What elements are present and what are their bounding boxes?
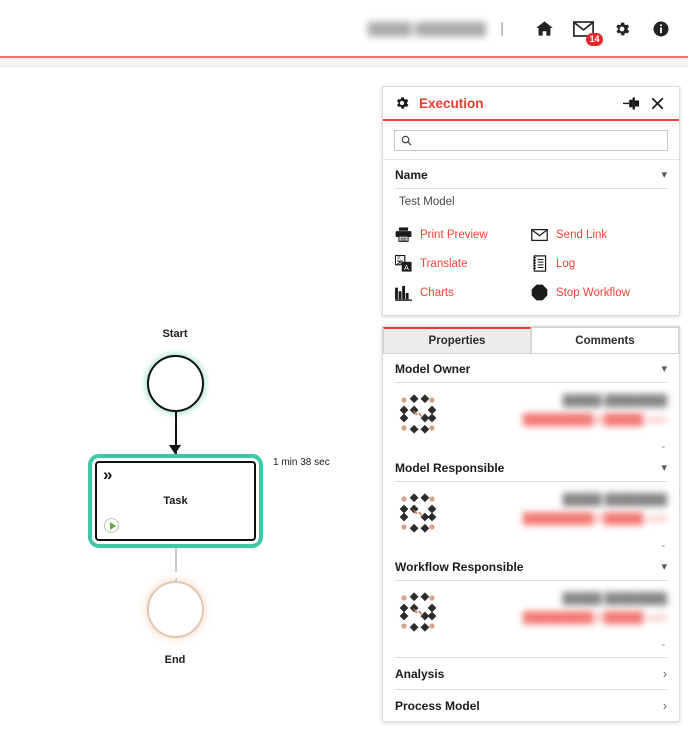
flow-arrowhead-end xyxy=(169,572,181,580)
topbar-subband xyxy=(0,58,688,67)
section-header-analysis[interactable]: Analysis › xyxy=(383,658,679,689)
svg-text:A: A xyxy=(404,263,409,272)
task-duration-label: 1 min 38 sec xyxy=(273,457,330,468)
person-email[interactable]: █████████@█████.com xyxy=(451,513,667,526)
section-title-model-responsible: Model Responsible xyxy=(395,461,505,475)
person-workflow-responsible: █████ ████████ █████████@█████.com xyxy=(383,581,679,635)
chevron-down-icon[interactable]: ▾ xyxy=(661,169,667,181)
current-user-name[interactable]: █████ ████████ xyxy=(368,22,486,36)
bar-chart-icon xyxy=(395,284,412,301)
execution-panel-header: Execution xyxy=(383,87,679,121)
search-input[interactable] xyxy=(417,133,661,148)
tab-properties[interactable]: Properties xyxy=(383,327,531,354)
person-trailing-dash: - xyxy=(661,441,665,453)
home-icon[interactable] xyxy=(531,16,557,42)
flow-arrowhead-task xyxy=(168,445,181,454)
person-trailing-dash: - xyxy=(661,540,665,552)
top-navigation-bar: █████ ████████ | 14 xyxy=(0,0,688,57)
section-title-model-owner: Model Owner xyxy=(395,362,471,376)
task-node[interactable]: » Task xyxy=(88,454,263,548)
start-event-node[interactable] xyxy=(147,355,204,412)
execution-panel: Execution Name ▾ Test Model Print Previe… xyxy=(382,86,680,316)
chevron-down-icon[interactable]: ▾ xyxy=(661,363,667,375)
translate-icon: 文 A xyxy=(395,255,412,272)
person-meta: █████ ████████ █████████@█████.com xyxy=(451,393,667,427)
print-preview-label: Print Preview xyxy=(420,228,488,241)
translate-action[interactable]: 文 A Translate xyxy=(395,255,531,272)
person-trailing-dash: - xyxy=(661,639,665,651)
gear-icon[interactable] xyxy=(609,16,635,42)
charts-label: Charts xyxy=(420,286,454,299)
execution-panel-title: Execution xyxy=(419,95,484,111)
list-document-icon xyxy=(531,255,548,272)
person-meta: █████ ████████ █████████@█████.com xyxy=(451,591,667,625)
stop-octagon-icon xyxy=(531,284,548,301)
properties-panel: Properties Comments Model Owner ▾ █████ … xyxy=(382,326,680,722)
chevron-down-icon[interactable]: ▾ xyxy=(661,462,667,474)
application-window: █████ ████████ | 14 Start » Task 1 min 3… xyxy=(0,0,688,730)
section-title-process-model: Process Model xyxy=(395,699,480,713)
identicon-avatar xyxy=(397,492,439,534)
person-meta: █████ ████████ █████████@█████.com xyxy=(451,492,667,526)
model-name-value: Test Model xyxy=(399,196,455,208)
person-model-owner: █████ ████████ █████████@█████.com xyxy=(383,383,679,437)
identicon-avatar xyxy=(397,393,439,435)
send-link-action[interactable]: Send Link xyxy=(531,226,667,243)
execution-actions-grid: Print Preview Send Link 文 A Translate Lo… xyxy=(383,220,679,315)
task-node-label: Task xyxy=(163,495,188,507)
mail-icon[interactable]: 14 xyxy=(570,16,603,46)
mail-unread-badge: 14 xyxy=(586,32,603,46)
close-icon[interactable] xyxy=(646,92,668,114)
bpmn-canvas[interactable]: Start » Task 1 min 38 sec End xyxy=(0,67,380,730)
print-preview-action[interactable]: Print Preview xyxy=(395,226,531,243)
person-model-responsible: █████ ████████ █████████@█████.com xyxy=(383,482,679,536)
log-label: Log xyxy=(556,257,576,270)
name-section-title: Name xyxy=(395,168,428,182)
start-node-label: Start xyxy=(162,328,188,340)
svg-text:文: 文 xyxy=(397,255,401,260)
execution-search-wrapper xyxy=(383,121,679,159)
tab-comments[interactable]: Comments xyxy=(531,327,679,354)
chevron-right-icon[interactable]: › xyxy=(663,668,667,680)
section-header-model-owner[interactable]: Model Owner ▾ xyxy=(383,354,679,382)
gear-icon xyxy=(394,95,410,111)
task-node-body: » Task xyxy=(95,461,256,541)
end-event-node[interactable] xyxy=(147,581,204,638)
task-multi-instance-icon: » xyxy=(103,465,113,484)
stop-workflow-action[interactable]: Stop Workflow xyxy=(531,284,667,301)
person-name: █████ ████████ xyxy=(562,494,667,506)
section-underline xyxy=(395,721,667,722)
printer-icon xyxy=(395,226,412,243)
task-play-icon[interactable] xyxy=(104,518,119,533)
section-header-model-responsible[interactable]: Model Responsible ▾ xyxy=(383,453,679,481)
pin-icon[interactable] xyxy=(620,92,642,114)
section-header-workflow-responsible[interactable]: Workflow Responsible ▾ xyxy=(383,552,679,580)
info-icon[interactable] xyxy=(648,16,674,42)
execution-search-box[interactable] xyxy=(394,130,668,151)
stop-workflow-label: Stop Workflow xyxy=(556,286,630,299)
person-name: █████ ████████ xyxy=(562,395,667,407)
translate-label: Translate xyxy=(420,257,468,270)
person-email[interactable]: █████████@█████.com xyxy=(451,414,667,427)
person-name: █████ ████████ xyxy=(562,593,667,605)
log-action[interactable]: Log xyxy=(531,255,667,272)
charts-action[interactable]: Charts xyxy=(395,284,531,301)
send-link-label: Send Link xyxy=(556,228,608,241)
envelope-icon xyxy=(531,226,548,243)
section-title-analysis: Analysis xyxy=(395,667,445,681)
chevron-down-icon[interactable]: ▾ xyxy=(661,561,667,573)
search-icon xyxy=(401,135,412,146)
end-node-label: End xyxy=(164,654,186,666)
topbar-separator: | xyxy=(500,20,504,37)
person-email[interactable]: █████████@█████.com xyxy=(451,612,667,625)
section-title-workflow-responsible: Workflow Responsible xyxy=(395,560,524,574)
name-section-header[interactable]: Name ▾ xyxy=(383,160,679,188)
section-header-process-model[interactable]: Process Model › xyxy=(383,690,679,721)
chevron-right-icon[interactable]: › xyxy=(663,700,667,712)
identicon-avatar xyxy=(397,591,439,633)
properties-tabs: Properties Comments xyxy=(383,327,679,354)
